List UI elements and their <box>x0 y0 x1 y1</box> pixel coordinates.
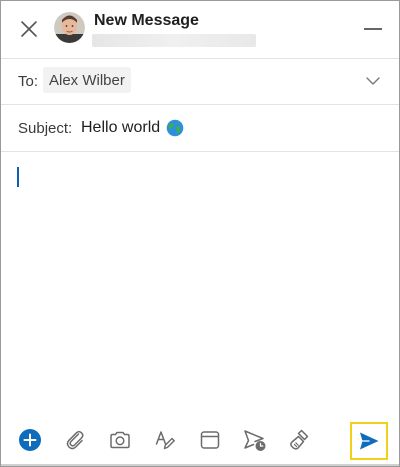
minimize-icon <box>364 28 382 30</box>
add-button[interactable] <box>17 427 43 453</box>
add-icon <box>19 429 41 451</box>
clear-formatting-button[interactable] <box>287 427 313 453</box>
camera-icon <box>110 431 130 449</box>
schedule-send-button[interactable] <box>242 427 268 453</box>
compose-header: New Message <box>1 1 399 58</box>
avatar <box>54 12 85 43</box>
send-icon <box>360 432 379 450</box>
compose-window: New Message To: Alex Wilber Subject: Hel… <box>0 0 400 467</box>
subject-label: Subject: <box>18 120 73 137</box>
subject-field[interactable]: Subject: Hello world <box>1 105 399 151</box>
calendar-icon <box>200 431 220 449</box>
recipient-name: Alex Wilber <box>49 71 125 89</box>
message-body[interactable] <box>1 152 399 412</box>
compose-toolbar <box>1 415 399 465</box>
compose-title: New Message <box>94 12 199 29</box>
format-text-icon <box>155 431 175 450</box>
chevron-down-icon[interactable] <box>365 73 381 89</box>
camera-button[interactable] <box>107 427 133 453</box>
subject-text: Hello world <box>81 119 161 136</box>
minimize-button[interactable] <box>359 17 387 41</box>
to-label: To: <box>18 73 39 90</box>
from-account-redacted <box>92 34 256 47</box>
to-field[interactable]: To: Alex Wilber <box>1 59 399 104</box>
close-button[interactable] <box>15 15 43 43</box>
bottom-edge <box>1 464 399 466</box>
clear-formatting-icon <box>290 429 309 450</box>
calendar-button[interactable] <box>197 427 223 453</box>
globe-emoji-icon <box>166 119 184 137</box>
attach-button[interactable] <box>62 427 88 453</box>
schedule-send-icon <box>244 430 266 451</box>
attach-icon <box>66 430 84 450</box>
recipient-chip[interactable]: Alex Wilber <box>43 67 131 93</box>
close-icon <box>21 21 37 37</box>
format-text-button[interactable] <box>152 427 178 453</box>
subject-input[interactable]: Hello world <box>81 119 184 137</box>
text-cursor <box>17 167 19 187</box>
send-button[interactable] <box>350 422 388 460</box>
